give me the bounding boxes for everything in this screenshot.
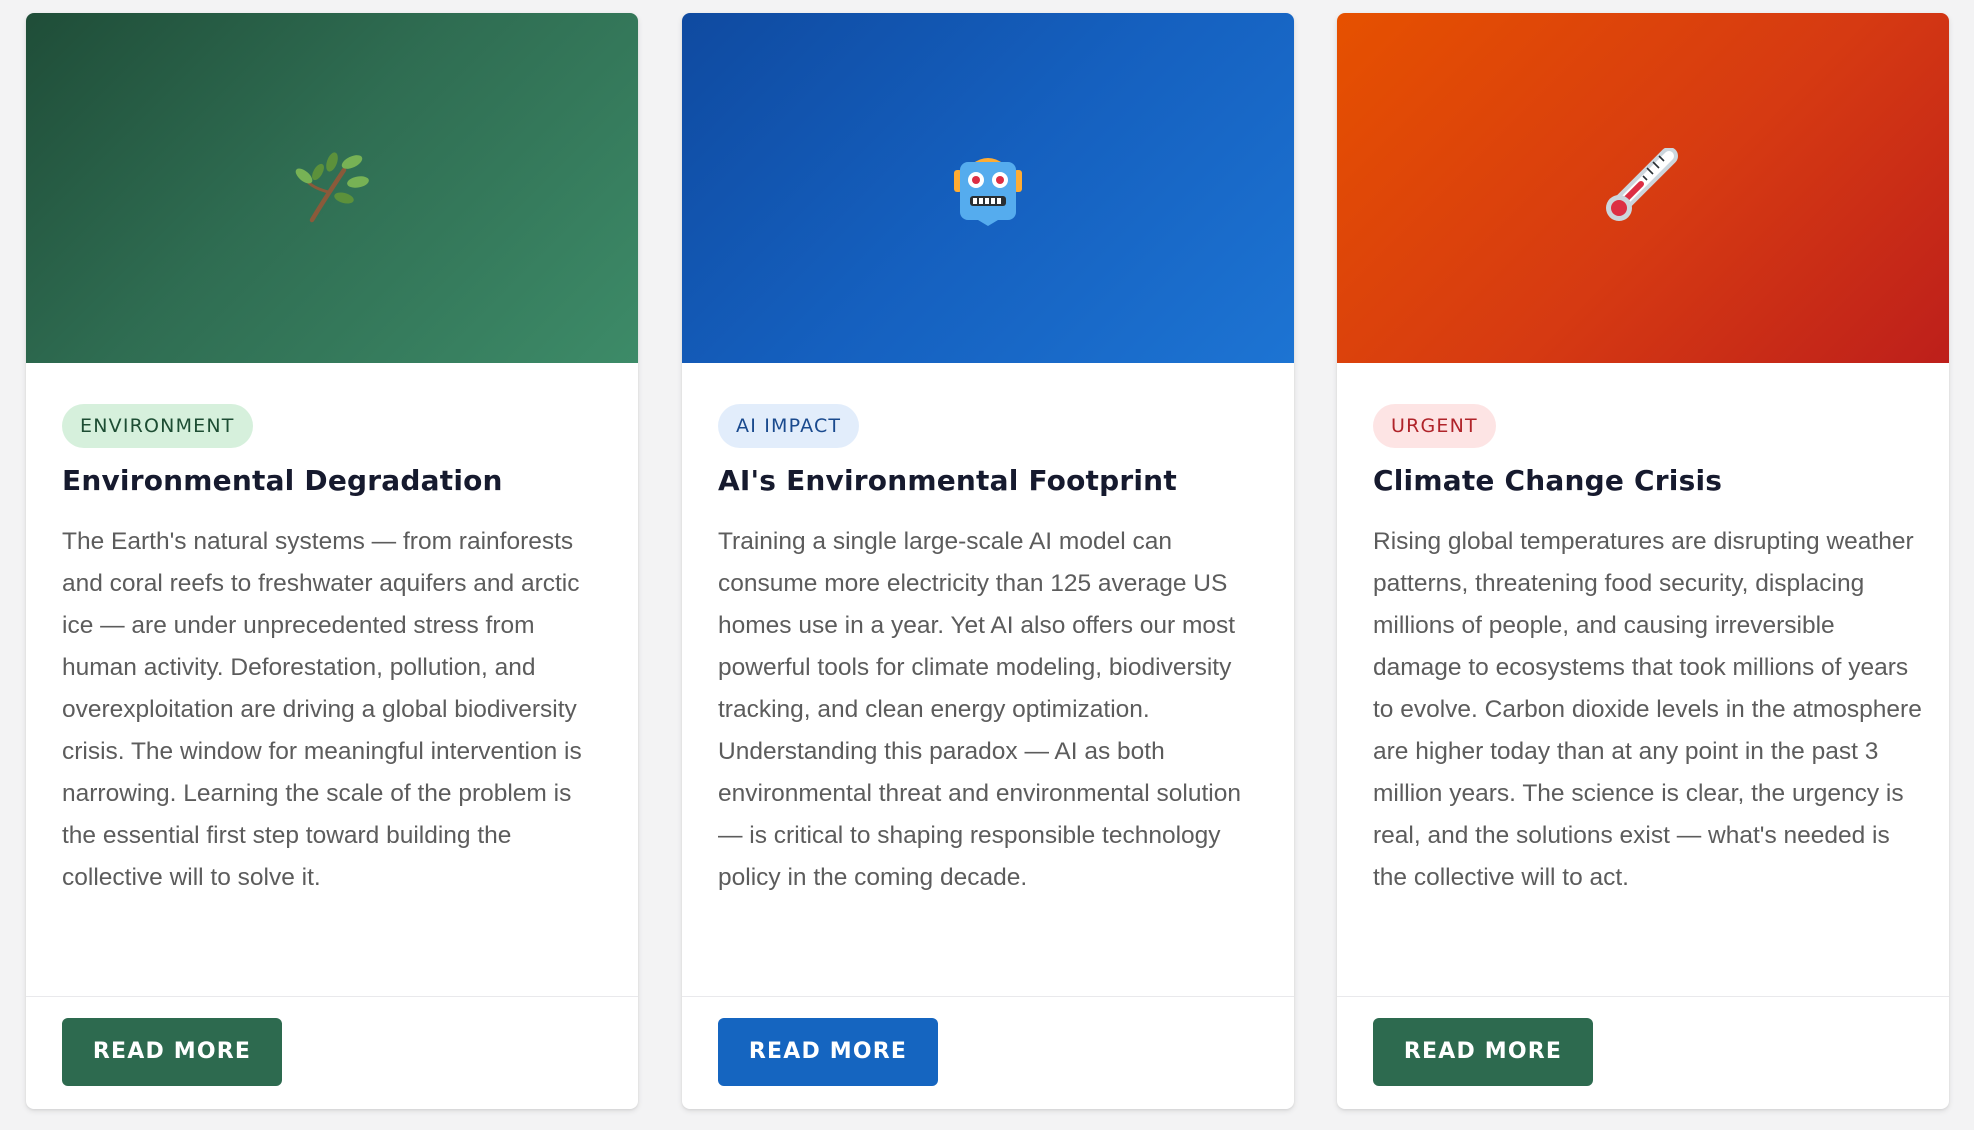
thermometer-icon	[1603, 147, 1683, 228]
read-more-button[interactable]: READ MORE	[62, 1018, 282, 1086]
card-description: The Earth's natural systems — from rainf…	[62, 528, 582, 891]
read-more-button[interactable]: READ MORE	[718, 1018, 938, 1086]
category-badge: URGENT	[1373, 404, 1496, 448]
card-description: Rising global temperatures are disruptin…	[1373, 528, 1922, 891]
card-title: Climate Change Crisis	[1373, 464, 1723, 497]
robot-icon	[948, 148, 1028, 228]
read-more-button[interactable]: READ MORE	[1373, 1018, 1593, 1086]
card-title: AI's Environmental Footprint	[718, 464, 1177, 497]
card-climate-crisis: URGENT Climate Change Crisis Rising glob…	[1337, 13, 1949, 1109]
card-divider	[26, 996, 638, 997]
card-hero-image	[1337, 13, 1949, 363]
card-ai-footprint: AI IMPACT AI's Environmental Footprint T…	[682, 13, 1294, 1109]
category-badge: AI IMPACT	[718, 404, 860, 448]
card-description: Training a single large-scale AI model c…	[718, 528, 1241, 891]
card-hero-image	[26, 13, 638, 363]
card-title: Environmental Degradation	[62, 464, 503, 497]
card-divider	[1337, 996, 1949, 997]
leaf-branch-icon	[292, 148, 372, 228]
card-divider	[682, 996, 1294, 997]
category-badge: ENVIRONMENT	[62, 404, 253, 448]
card-grid: ENVIRONMENT Environmental Degradation Th…	[0, 0, 1974, 1130]
card-environmental-degradation: ENVIRONMENT Environmental Degradation Th…	[26, 13, 638, 1109]
card-hero-image	[682, 13, 1294, 363]
